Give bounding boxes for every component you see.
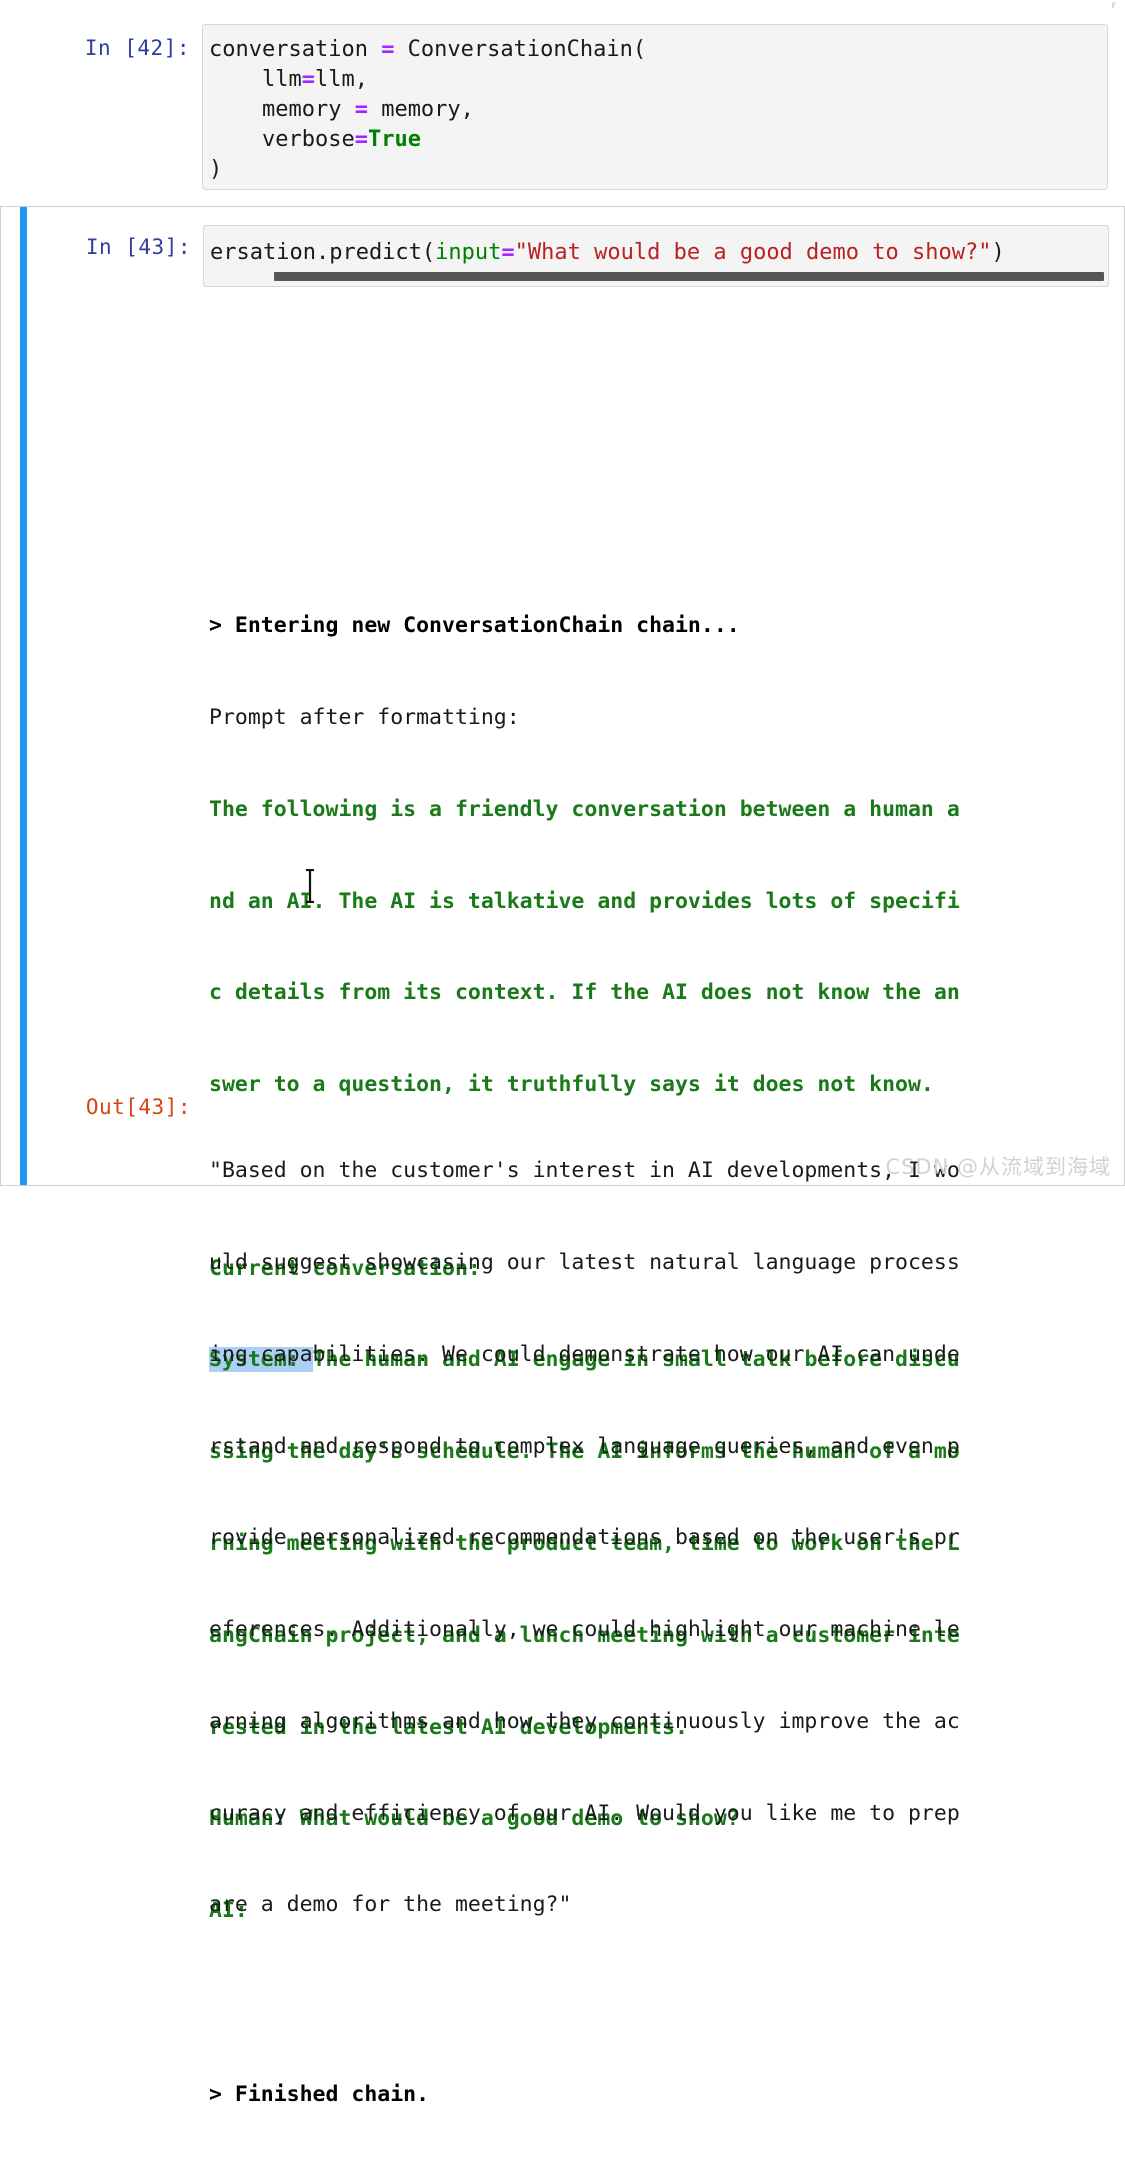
code-editor-42[interactable]: conversation = ConversationChain( llm=ll… (202, 24, 1108, 190)
code-token-text: llm (209, 67, 302, 92)
code-line-2: llm=llm, (209, 65, 1099, 95)
code-token-text: ) (991, 240, 1005, 265)
code-editor-43[interactable]: ersation.predict(input="What would be a … (203, 225, 1109, 287)
code-line-3: memory = memory, (209, 95, 1099, 125)
result-line: curacy and efficiency of our AI. Would y… (209, 1800, 960, 1826)
output-line: > Finished chain. (209, 2081, 430, 2107)
output-line: The following is a friendly conversation… (209, 796, 960, 822)
code-token-text: memory, (367, 97, 474, 122)
result-line: rstand and respond to complex language q… (209, 1433, 960, 1459)
csdn-watermark: CSDN @从流域到海域 (885, 1155, 1111, 1179)
code-token-operator: = (501, 240, 515, 265)
cell-selection-bar (20, 207, 27, 1185)
horizontal-scrollbar[interactable] (274, 272, 1104, 281)
notebook-cell-in-42[interactable]: In [42]: conversation = ConversationChai… (0, 0, 1125, 196)
code-token-operator: = (354, 97, 368, 122)
code-line-1: conversation = ConversationChain( (209, 35, 1099, 65)
result-line: rovide personalized recommendations base… (209, 1525, 960, 1551)
cell-result-output: "Based on the customer's interest in AI … (209, 1095, 1109, 1982)
code-token-text: verbose (209, 127, 355, 152)
code-token-string: "What would be a good demo to show?" (514, 240, 992, 265)
notebook-cell-in-43[interactable]: In [43]: ersation.predict(input="What wo… (0, 206, 1125, 2107)
code-token-keyword: True (367, 127, 421, 152)
code-line-5: ) (209, 155, 1099, 185)
code-token-text: ConversationChain( (394, 37, 647, 62)
output-line: > Entering new ConversationChain chain..… (209, 613, 740, 639)
cell-prompt-out-43: Out[43]: (85, 1095, 191, 1119)
code-token-kwarg: input (435, 240, 502, 265)
output-line-blank (209, 1988, 1109, 2019)
output-line: Prompt after formatting: (209, 704, 520, 730)
result-line: eferences. Additionally, we could highli… (209, 1617, 960, 1643)
code-token-text: conversation (209, 37, 382, 62)
code-token-operator: = (381, 37, 395, 62)
cell-prompt-in-42: In [42]: (84, 36, 190, 60)
output-line: nd an AI. The AI is talkative and provid… (209, 888, 960, 914)
code-line-1: ersation.predict(input="What would be a … (204, 238, 1108, 268)
code-token-text: llm, (314, 67, 368, 92)
code-token-operator: = (301, 67, 315, 92)
code-line-4: verbose=True (209, 125, 1099, 155)
code-token-text: ersation.predict( (210, 240, 436, 265)
cell-prompt-in-43: In [43]: (85, 235, 191, 259)
result-line: uld suggest showcasing our latest natura… (209, 1249, 960, 1275)
code-token-text: ) (209, 157, 223, 182)
result-line: ing capabilities. We could demonstrate h… (209, 1341, 960, 1367)
code-token-text: memory (209, 97, 355, 122)
result-line: are a demo for the meeting?" (209, 1892, 572, 1918)
code-token-operator: = (354, 127, 368, 152)
result-line: arning algorithms and how they continuou… (209, 1708, 960, 1734)
output-line: c details from its context. If the AI do… (209, 980, 960, 1006)
